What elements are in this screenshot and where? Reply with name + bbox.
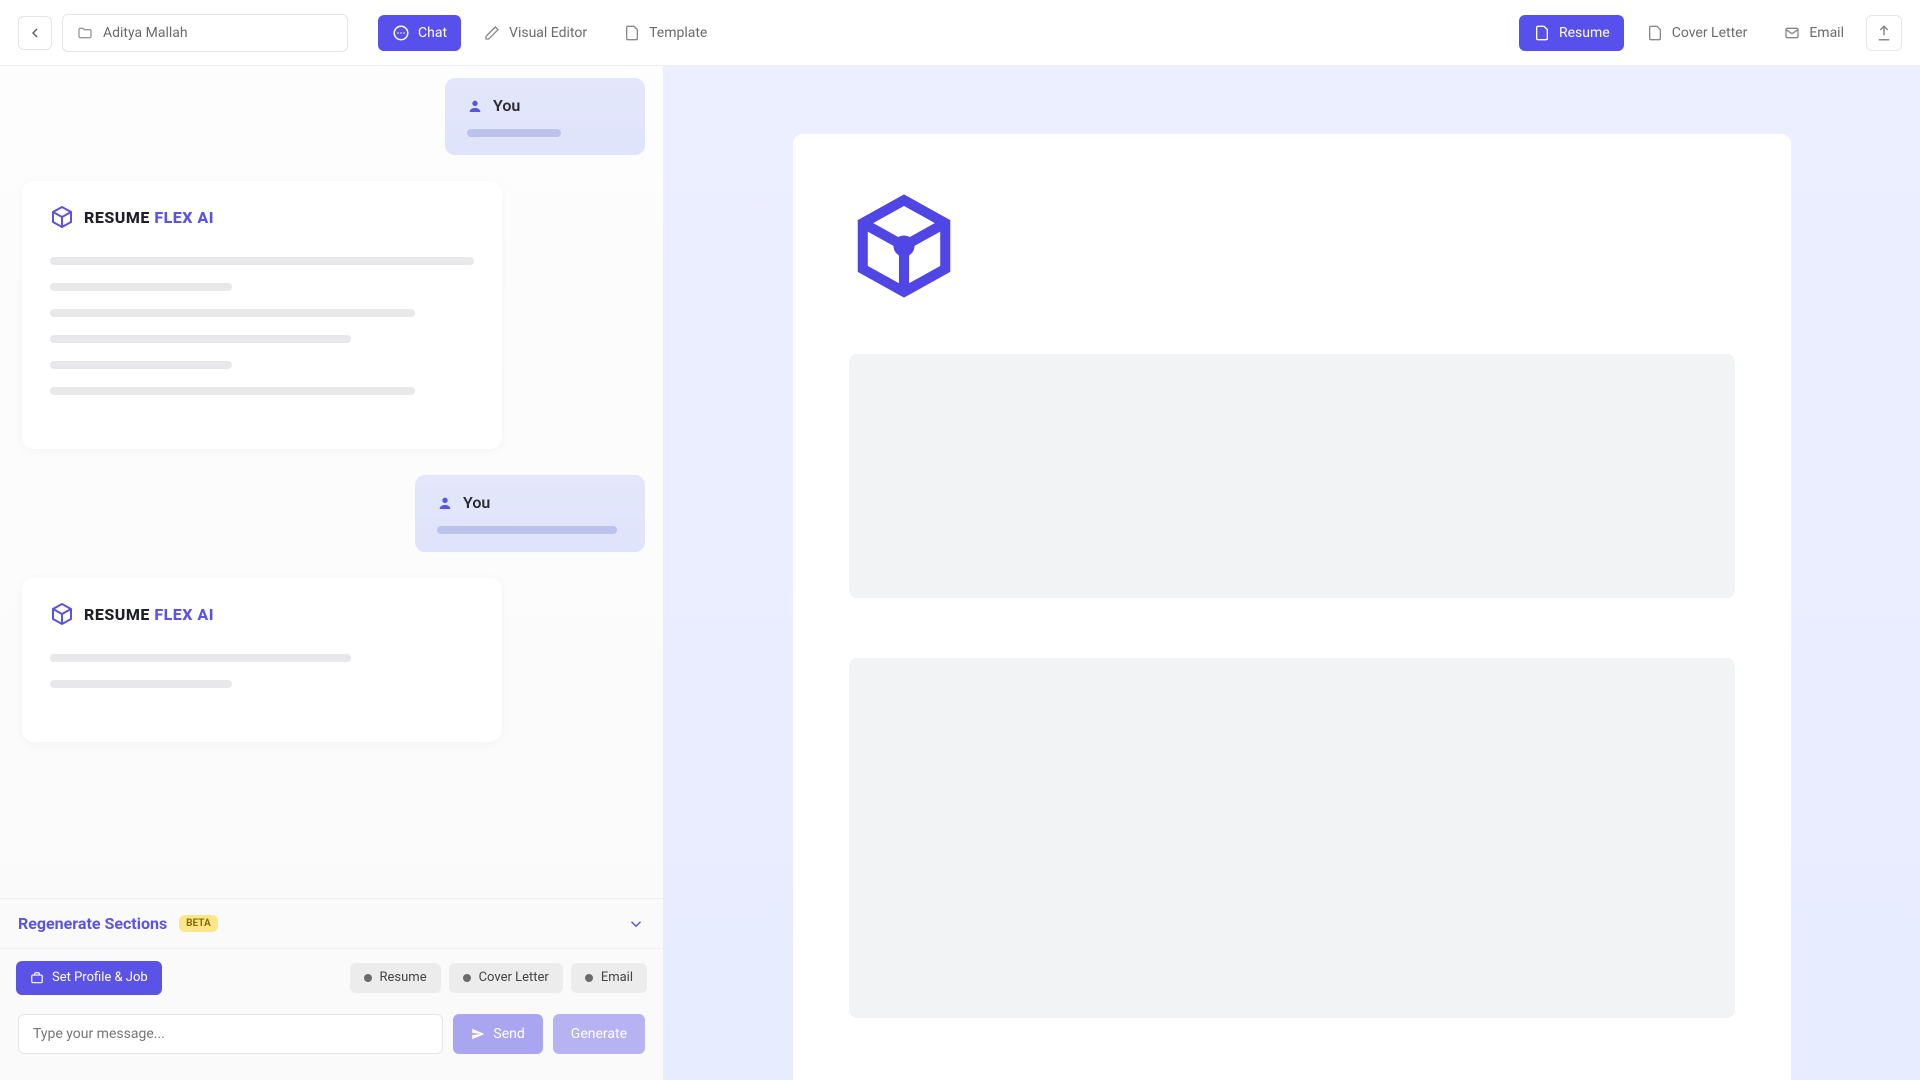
doc-placeholder-block <box>849 658 1735 1018</box>
skeleton-line <box>50 680 232 688</box>
header-tabs-left: Chat Visual Editor Template <box>378 15 721 51</box>
user-message: You <box>445 78 645 155</box>
message-input[interactable] <box>18 1014 443 1054</box>
dot-icon <box>585 974 593 982</box>
chat-icon <box>392 24 410 42</box>
beta-badge: BETA <box>179 915 218 932</box>
user-icon <box>437 495 453 511</box>
skeleton-line <box>467 129 561 137</box>
chat-scroll[interactable]: You RESUME FLEX AI You <box>0 66 663 898</box>
tab-visual-editor[interactable]: Visual Editor <box>469 15 601 51</box>
pill-email[interactable]: Email <box>571 963 647 993</box>
ai-message: RESUME FLEX AI <box>22 578 502 742</box>
skeleton-line <box>437 526 617 534</box>
share-button[interactable] <box>1866 15 1902 51</box>
document-preview <box>793 134 1791 1080</box>
user-icon <box>467 98 483 114</box>
tab-email[interactable]: Email <box>1769 15 1858 51</box>
chevron-down-icon <box>627 915 645 933</box>
generate-button[interactable]: Generate <box>553 1014 645 1054</box>
skeleton-line <box>50 361 232 369</box>
send-button[interactable]: Send <box>453 1014 542 1054</box>
share-icon <box>1875 24 1893 42</box>
ai-message: RESUME FLEX AI <box>22 181 502 449</box>
tab-template[interactable]: Template <box>609 15 721 51</box>
dot-icon <box>364 974 372 982</box>
skeleton-line <box>50 283 232 291</box>
skeleton-line <box>50 654 351 662</box>
tab-chat[interactable]: Chat <box>378 15 461 51</box>
ai-name: RESUME FLEX AI <box>84 208 214 227</box>
folder-name: Aditya Mallah <box>103 25 188 41</box>
set-profile-job-button[interactable]: Set Profile & Job <box>16 961 162 995</box>
folder-name-field[interactable]: Aditya Mallah <box>62 14 348 52</box>
preview-pane[interactable] <box>663 66 1920 1080</box>
document-icon <box>623 24 641 42</box>
ai-logo-icon <box>50 205 74 229</box>
briefcase-icon <box>30 971 44 985</box>
ai-name: RESUME FLEX AI <box>84 605 214 624</box>
user-message: You <box>415 475 645 552</box>
regenerate-title: Regenerate Sections <box>18 914 167 933</box>
regenerate-sections-bar[interactable]: Regenerate Sections BETA <box>0 898 663 948</box>
skeleton-line <box>50 257 474 265</box>
ai-logo-icon <box>50 602 74 626</box>
dot-icon <box>463 974 471 982</box>
file-icon <box>1533 24 1551 42</box>
mail-icon <box>1783 24 1801 42</box>
doc-placeholder-block <box>849 354 1735 598</box>
header: Aditya Mallah Chat Visual Editor Templat… <box>0 0 1920 66</box>
chat-pane: You RESUME FLEX AI You <box>0 66 663 1080</box>
pill-cover-letter[interactable]: Cover Letter <box>449 963 563 993</box>
chevron-left-icon <box>27 25 43 41</box>
action-row: Set Profile & Job Resume Cover Letter Em… <box>0 948 663 1006</box>
skeleton-line <box>50 387 415 395</box>
file-icon <box>1646 24 1664 42</box>
header-tabs-right: Resume Cover Letter Email <box>1519 15 1902 51</box>
folder-icon <box>77 25 93 41</box>
tab-cover-letter[interactable]: Cover Letter <box>1632 15 1762 51</box>
input-row: Send Generate <box>0 1006 663 1080</box>
tab-resume[interactable]: Resume <box>1519 15 1624 51</box>
send-icon <box>471 1027 485 1041</box>
back-button[interactable] <box>18 16 52 50</box>
cube-logo-icon <box>849 182 959 310</box>
skeleton-line <box>50 335 351 343</box>
skeleton-line <box>50 309 415 317</box>
pencil-icon <box>483 24 501 42</box>
pill-resume[interactable]: Resume <box>350 963 441 993</box>
